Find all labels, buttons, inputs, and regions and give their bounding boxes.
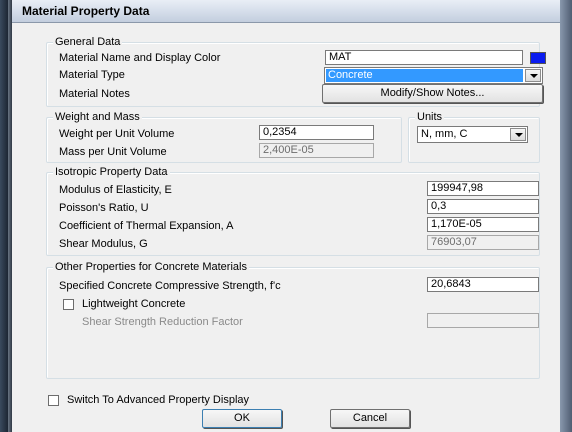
material-type-value: Concrete <box>326 69 523 82</box>
weight-per-volume-label: Weight per Unit Volume <box>59 128 175 140</box>
poissons-ratio-field[interactable]: 0,3 <box>427 199 539 214</box>
thermal-expansion-label: Coefficient of Thermal Expansion, A <box>59 220 234 232</box>
shear-modulus-label: Shear Modulus, G <box>59 238 148 250</box>
units-value: N, mm, C <box>421 128 468 140</box>
poissons-ratio-label: Poisson's Ratio, U <box>59 202 149 214</box>
material-name-label: Material Name and Display Color <box>59 52 221 64</box>
material-name-field[interactable]: MAT <box>325 50 523 65</box>
concrete-properties-legend: Other Properties for Concrete Materials <box>53 260 249 274</box>
material-type-dropdown-button[interactable] <box>525 69 541 82</box>
lightweight-concrete-label[interactable]: Lightweight Concrete <box>82 297 185 311</box>
window-left-border <box>0 0 8 432</box>
material-type-label: Material Type <box>59 69 125 81</box>
isotropic-property-legend: Isotropic Property Data <box>53 165 170 179</box>
compressive-strength-field[interactable]: 20,6843 <box>427 277 539 292</box>
thermal-expansion-field[interactable]: 1,170E-05 <box>427 217 539 232</box>
window-title: Material Property Data <box>22 4 150 18</box>
units-dropdown-button[interactable] <box>510 128 526 141</box>
shear-strength-reduction-field <box>427 313 539 328</box>
shear-strength-reduction-label: Shear Strength Reduction Factor <box>82 316 243 328</box>
ok-button[interactable]: OK <box>202 409 282 428</box>
dialog-body: General Data Material Name and Display C… <box>12 23 560 432</box>
advanced-display-label[interactable]: Switch To Advanced Property Display <box>67 393 249 407</box>
general-data-legend: General Data <box>53 35 123 49</box>
modulus-of-elasticity-field[interactable]: 199947,98 <box>427 181 539 196</box>
mass-per-volume-field: 2,400E-05 <box>259 143 374 158</box>
units-legend: Units <box>415 110 445 124</box>
display-color-swatch[interactable] <box>530 52 546 64</box>
compressive-strength-label: Specified Concrete Compressive Strength,… <box>59 280 281 292</box>
title-bar[interactable]: Material Property Data <box>12 0 560 23</box>
window-right-border <box>560 0 572 432</box>
weight-per-volume-field[interactable]: 0,2354 <box>259 125 374 140</box>
cancel-button[interactable]: Cancel <box>330 409 410 428</box>
mass-per-volume-label: Mass per Unit Volume <box>59 146 167 158</box>
modulus-of-elasticity-label: Modulus of Elasticity, E <box>59 184 172 196</box>
material-notes-label: Material Notes <box>59 88 130 100</box>
shear-modulus-field: 76903,07 <box>427 235 539 250</box>
weight-and-mass-legend: Weight and Mass <box>53 110 142 124</box>
lightweight-concrete-checkbox[interactable] <box>63 299 74 310</box>
material-type-select[interactable]: Concrete <box>324 67 543 84</box>
modify-show-notes-button[interactable]: Modify/Show Notes... <box>322 84 543 103</box>
units-select[interactable]: N, mm, C <box>417 126 528 143</box>
chevron-down-icon <box>530 74 538 78</box>
chevron-down-icon <box>515 133 523 137</box>
advanced-display-checkbox[interactable] <box>48 395 59 406</box>
